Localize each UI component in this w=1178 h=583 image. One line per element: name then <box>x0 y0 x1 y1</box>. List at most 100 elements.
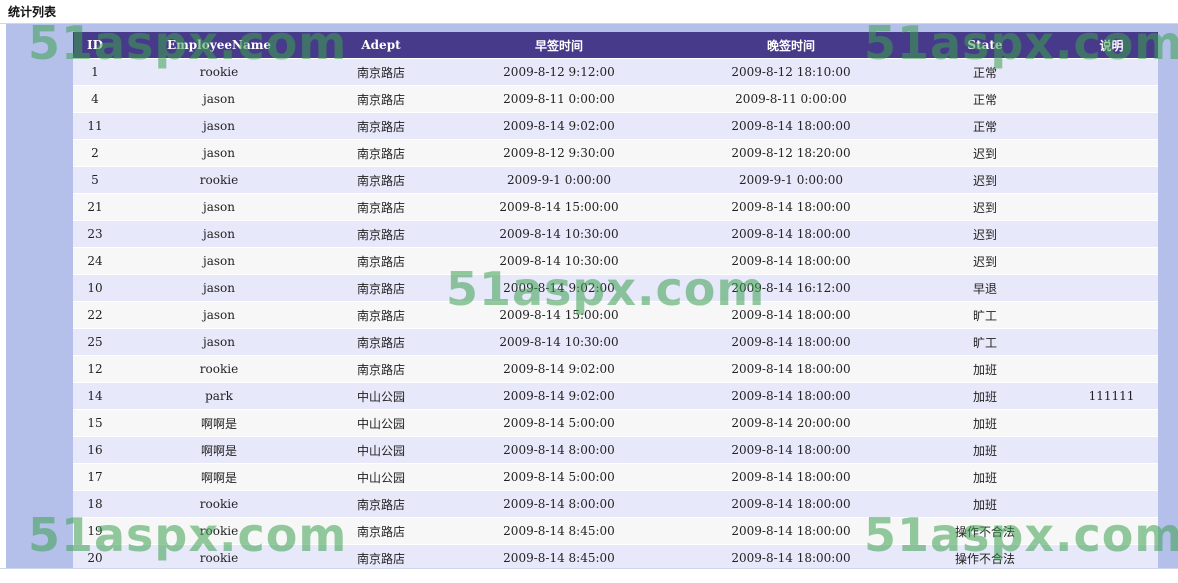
cell-state: 迟到 <box>905 220 1065 248</box>
cell-id: 23 <box>73 220 117 248</box>
cell-adept: 南京路店 <box>321 193 441 221</box>
cell-checkin-time: 2009-8-14 9:02:00 <box>441 355 677 383</box>
cell-checkin-time: 2009-8-11 0:00:00 <box>441 85 677 113</box>
cell-id: 4 <box>73 85 117 113</box>
cell-checkout-time: 2009-8-14 18:00:00 <box>677 247 905 275</box>
cell-employee-name: jason <box>117 274 321 302</box>
column-header-state[interactable]: State <box>905 32 1065 59</box>
cell-adept: 南京路店 <box>321 247 441 275</box>
cell-id: 16 <box>73 436 117 464</box>
table-row: 25 jason 南京路店 2009-8-14 10:30:00 2009-8-14 1… <box>73 328 1158 356</box>
cell-state: 加班 <box>905 355 1065 383</box>
cell-employee-name: rookie <box>117 517 321 545</box>
cell-adept: 南京路店 <box>321 85 441 113</box>
cell-adept: 南京路店 <box>321 490 441 518</box>
cell-employee-name: jason <box>117 112 321 140</box>
cell-checkout-time: 2009-8-12 18:20:00 <box>677 139 905 167</box>
table-row: 16 啊啊是 中山公园 2009-8-14 8:00:00 2009-8-14 18:0… <box>73 436 1158 464</box>
title-bar: 统计列表 <box>0 0 1178 24</box>
table-row: 2 jason 南京路店 2009-8-12 9:30:00 2009-8-12 18:… <box>73 139 1158 167</box>
cell-note <box>1065 112 1158 140</box>
cell-id: 14 <box>73 382 117 410</box>
cell-checkin-time: 2009-8-14 10:30:00 <box>441 247 677 275</box>
cell-state: 迟到 <box>905 193 1065 221</box>
cell-adept: 中山公园 <box>321 409 441 437</box>
cell-checkin-time: 2009-8-12 9:30:00 <box>441 139 677 167</box>
cell-adept: 南京路店 <box>321 112 441 140</box>
cell-id: 10 <box>73 274 117 302</box>
cell-state: 早退 <box>905 274 1065 302</box>
cell-state: 操作不合法 <box>905 517 1065 545</box>
cell-checkout-time: 2009-8-14 18:00:00 <box>677 382 905 410</box>
cell-checkin-time: 2009-8-14 5:00:00 <box>441 409 677 437</box>
table-row: 5 rookie 南京路店 2009-9-1 0:00:00 2009-9-1 0:00… <box>73 166 1158 194</box>
cell-state: 迟到 <box>905 247 1065 275</box>
cell-checkin-time: 2009-8-14 10:30:00 <box>441 328 677 356</box>
cell-adept: 南京路店 <box>321 355 441 383</box>
cell-note <box>1065 274 1158 302</box>
cell-state: 正常 <box>905 85 1065 113</box>
cell-id: 17 <box>73 463 117 491</box>
column-header-checkout-time[interactable]: 晚签时间 <box>677 32 905 59</box>
cell-state: 正常 <box>905 112 1065 140</box>
cell-state: 加班 <box>905 436 1065 464</box>
cell-employee-name: jason <box>117 301 321 329</box>
cell-state: 旷工 <box>905 328 1065 356</box>
cell-id: 12 <box>73 355 117 383</box>
cell-employee-name: jason <box>117 85 321 113</box>
stats-table: ID EmployeeName Adept 早签时间 晚签时间 State 说明… <box>73 32 1158 571</box>
cell-employee-name: jason <box>117 247 321 275</box>
cell-id: 22 <box>73 301 117 329</box>
table-container: ID EmployeeName Adept 早签时间 晚签时间 State 说明… <box>73 32 1158 571</box>
cell-id: 15 <box>73 409 117 437</box>
table-body: 1 rookie 南京路店 2009-8-12 9:12:00 2009-8-12 18… <box>73 58 1158 571</box>
cell-adept: 中山公园 <box>321 436 441 464</box>
cell-adept: 南京路店 <box>321 139 441 167</box>
cell-note <box>1065 193 1158 221</box>
cell-state: 旷工 <box>905 301 1065 329</box>
cell-employee-name: jason <box>117 220 321 248</box>
cell-id: 5 <box>73 166 117 194</box>
column-header-checkin-time[interactable]: 早签时间 <box>441 32 677 59</box>
cell-checkin-time: 2009-8-14 10:30:00 <box>441 220 677 248</box>
column-header-adept[interactable]: Adept <box>321 32 441 59</box>
column-header-employee-name[interactable]: EmployeeName <box>117 32 321 59</box>
cell-employee-name: 啊啊是 <box>117 436 321 464</box>
column-header-note[interactable]: 说明 <box>1065 32 1158 59</box>
cell-checkout-time: 2009-8-14 18:00:00 <box>677 193 905 221</box>
cell-note <box>1065 490 1158 518</box>
cell-checkout-time: 2009-8-14 18:00:00 <box>677 220 905 248</box>
table-row: 1 rookie 南京路店 2009-8-12 9:12:00 2009-8-12 18… <box>73 58 1158 86</box>
cell-employee-name: rookie <box>117 490 321 518</box>
cell-checkout-time: 2009-8-14 18:00:00 <box>677 301 905 329</box>
cell-checkin-time: 2009-9-1 0:00:00 <box>441 166 677 194</box>
cell-note <box>1065 301 1158 329</box>
stats-panel: ID EmployeeName Adept 早签时间 晚签时间 State 说明… <box>6 24 1178 571</box>
cell-adept: 南京路店 <box>321 328 441 356</box>
cell-checkin-time: 2009-8-14 8:45:00 <box>441 517 677 545</box>
cell-note <box>1065 220 1158 248</box>
cell-note <box>1065 166 1158 194</box>
page-title: 统计列表 <box>8 5 57 19</box>
table-row: 21 jason 南京路店 2009-8-14 15:00:00 2009-8-14 1… <box>73 193 1158 221</box>
cell-employee-name: 啊啊是 <box>117 409 321 437</box>
cell-employee-name: jason <box>117 328 321 356</box>
cell-checkin-time: 2009-8-14 9:02:00 <box>441 382 677 410</box>
table-row: 11 jason 南京路店 2009-8-14 9:02:00 2009-8-14 18… <box>73 112 1158 140</box>
cell-state: 加班 <box>905 382 1065 410</box>
cell-id: 18 <box>73 490 117 518</box>
cell-note <box>1065 328 1158 356</box>
cell-state: 加班 <box>905 409 1065 437</box>
cell-state: 加班 <box>905 490 1065 518</box>
cell-checkout-time: 2009-8-14 20:00:00 <box>677 409 905 437</box>
cell-employee-name: park <box>117 382 321 410</box>
table-row: 17 啊啊是 中山公园 2009-8-14 5:00:00 2009-8-14 18:0… <box>73 463 1158 491</box>
column-header-id[interactable]: ID <box>73 32 117 59</box>
cell-checkin-time: 2009-8-14 8:00:00 <box>441 436 677 464</box>
cell-checkin-time: 2009-8-14 5:00:00 <box>441 463 677 491</box>
cell-checkout-time: 2009-8-12 18:10:00 <box>677 58 905 86</box>
cell-checkin-time: 2009-8-14 15:00:00 <box>441 301 677 329</box>
cell-note <box>1065 58 1158 86</box>
table-row: 24 jason 南京路店 2009-8-14 10:30:00 2009-8-14 1… <box>73 247 1158 275</box>
table-row: 23 jason 南京路店 2009-8-14 10:30:00 2009-8-14 1… <box>73 220 1158 248</box>
